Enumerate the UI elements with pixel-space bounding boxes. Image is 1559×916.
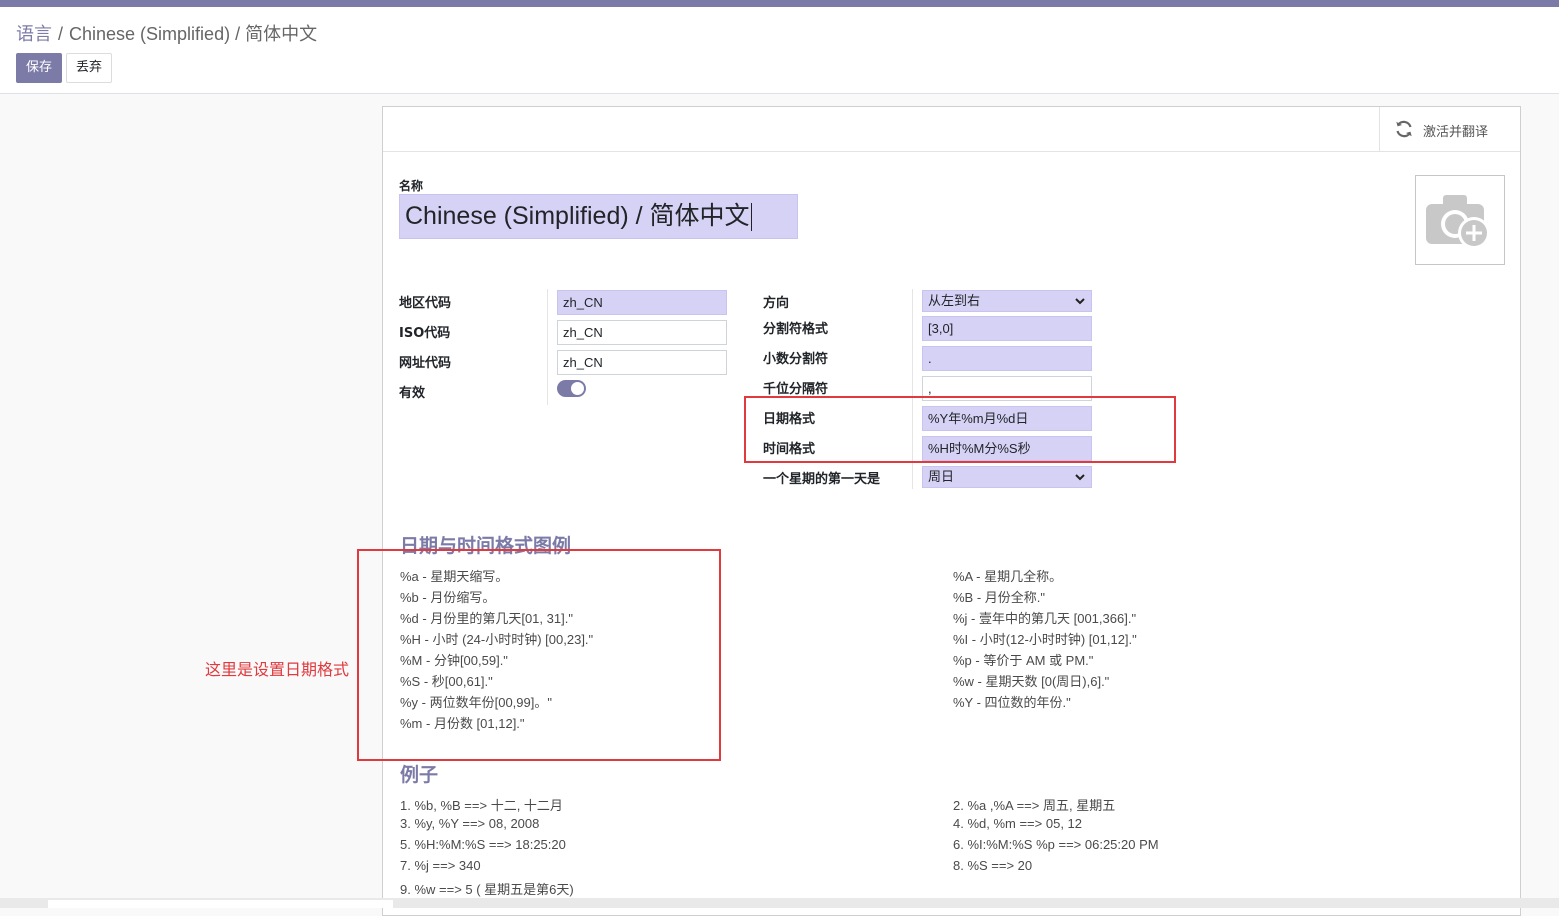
label-divider (547, 289, 548, 405)
breadcrumb-current: Chinese (Simplified) / 简体中文 (69, 24, 318, 44)
direction-label: 方向 (763, 296, 790, 311)
week-start-value: 周日 (928, 469, 955, 484)
separator-format-input[interactable]: [3,0] (922, 316, 1092, 341)
activate-translate-button[interactable]: 激活并翻译 (1379, 107, 1520, 151)
separator-format-label: 分割符格式 (763, 322, 829, 337)
example-item: 8. %S ==> 20 (953, 858, 1033, 873)
example-item: 3. %y, %Y ==> 08, 2008 (400, 816, 540, 831)
date-time-format-highlight (744, 396, 1176, 463)
locale-code-label: 地区代码 (399, 296, 452, 311)
example-item: 9. %w ==> 5 ( 星期五是第6天) (400, 882, 574, 897)
thousands-separator-label: 千位分隔符 (763, 382, 829, 397)
sheet-button-box: 激活并翻译 (383, 107, 1520, 152)
breadcrumb-parent-link[interactable]: 语言 (16, 24, 52, 44)
direction-select[interactable]: 从左到右 (922, 290, 1092, 312)
example-item: 2. %a ,%A ==> 周五, 星期五 (953, 798, 1116, 813)
chevron-down-icon (1075, 298, 1085, 305)
url-code-input[interactable]: zh_CN (557, 350, 727, 375)
examples-title: 例子 (400, 764, 439, 786)
camera-plus-icon (1426, 195, 1490, 249)
example-item: 5. %H:%M:%S ==> 18:25:20 (400, 837, 566, 852)
legend-item: %Y - 四位数的年份." (953, 695, 1071, 710)
breadcrumb: 语言 / Chinese (Simplified) / 简体中文 (16, 20, 317, 46)
name-input[interactable]: Chinese (Simplified) / 简体中文 (399, 194, 798, 239)
example-item: 1. %b, %B ==> 十二, 十二月 (400, 798, 563, 813)
legend-item: %I - 小时(12-小时时钟) [01,12]." (953, 632, 1137, 647)
bottom-strip-segment (48, 900, 393, 908)
discard-button[interactable]: 丢弃 (66, 53, 112, 83)
active-toggle[interactable] (557, 380, 586, 397)
locale-code-input[interactable]: zh_CN (557, 290, 727, 315)
form-sheet: 激活并翻译 名称 Chinese (Simplified) / 简体中文 地区代… (382, 106, 1521, 916)
legend-item: %w - 星期天数 [0(周日),6]." (953, 674, 1110, 689)
top-navbar (0, 0, 1559, 7)
url-code-label: 网址代码 (399, 356, 452, 371)
annotation-note: 这里是设置日期格式 (205, 660, 350, 679)
direction-value: 从左到右 (928, 293, 981, 308)
name-label: 名称 (399, 179, 424, 193)
decimal-separator-label: 小数分割符 (763, 352, 829, 367)
text-cursor (750, 203, 752, 232)
week-start-label: 一个星期的第一天是 (763, 472, 881, 487)
decimal-separator-input[interactable]: . (922, 346, 1092, 371)
week-start-select[interactable]: 周日 (922, 466, 1092, 488)
iso-code-input[interactable]: zh_CN (557, 320, 727, 345)
control-panel: 语言 / Chinese (Simplified) / 简体中文 保存 丢弃 (0, 7, 1559, 94)
active-label: 有效 (399, 386, 426, 401)
chevron-down-icon (1075, 474, 1085, 481)
legend-item: %p - 等价于 AM 或 PM." (953, 653, 1094, 668)
image-upload[interactable] (1415, 175, 1505, 265)
example-item: 4. %d, %m ==> 05, 12 (953, 816, 1082, 831)
legend-highlight (357, 549, 721, 761)
breadcrumb-separator: / (58, 24, 64, 44)
refresh-icon (1396, 120, 1412, 138)
activate-translate-label: 激活并翻译 (1423, 125, 1489, 140)
save-button[interactable]: 保存 (16, 53, 62, 83)
bottom-strip (0, 898, 1559, 908)
legend-item: %j - 壹年中的第几天 [001,366]." (953, 611, 1137, 626)
toggle-knob (571, 382, 584, 395)
legend-item: %B - 月份全称." (953, 590, 1046, 605)
iso-code-label: ISO代码 (399, 326, 451, 341)
example-item: 6. %I:%M:%S %p ==> 06:25:20 PM (953, 837, 1159, 852)
example-item: 7. %j ==> 340 (400, 858, 481, 873)
name-value: Chinese (Simplified) / 简体中文 (405, 202, 750, 230)
legend-item: %A - 星期几全称。 (953, 569, 1063, 584)
